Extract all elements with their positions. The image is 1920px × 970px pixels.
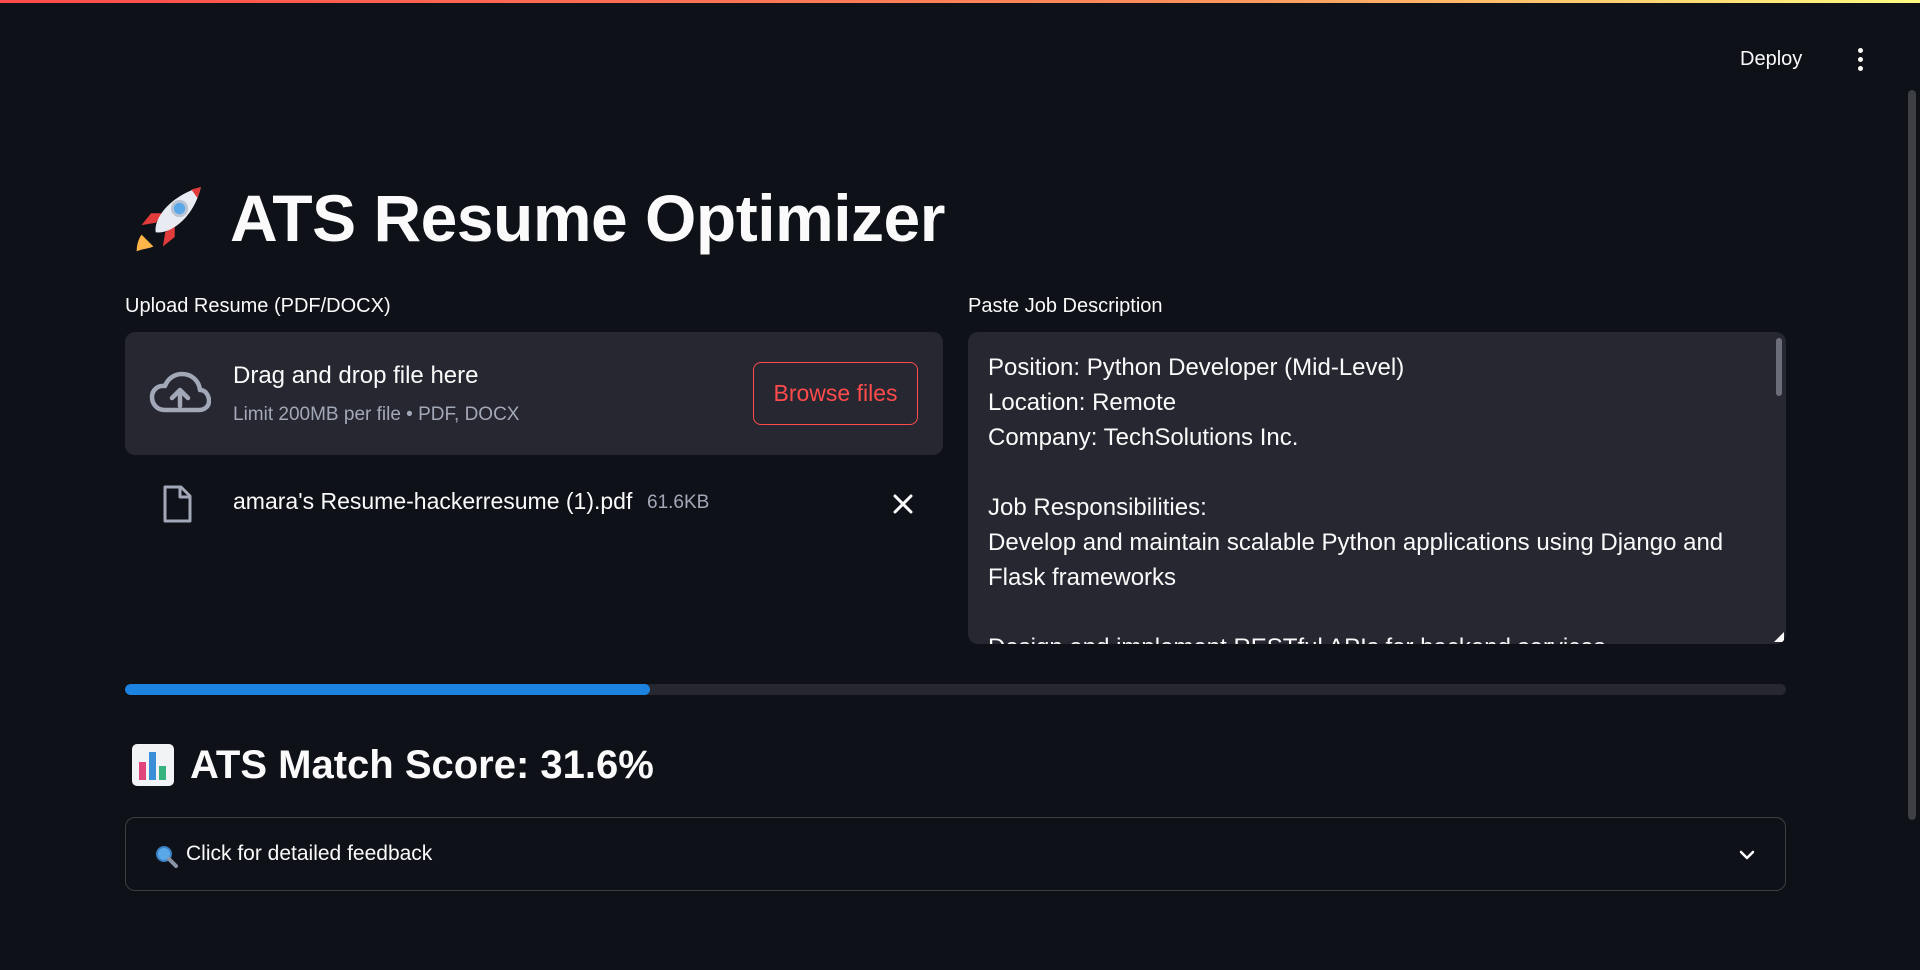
file-icon — [163, 485, 192, 523]
title-text: ATS Resume Optimizer — [230, 181, 945, 255]
rocket-icon — [136, 187, 201, 252]
job-description-label: Paste Job Description — [968, 295, 1163, 317]
menu-dot — [1857, 47, 1863, 53]
browse-files-button[interactable]: Browse files — [753, 362, 918, 425]
bar-chart-icon — [132, 744, 174, 786]
uploaded-file-item: amara's Resume-hackerresume (1).pdf 61.6… — [125, 478, 943, 534]
file-size: 61.6KB — [647, 492, 710, 513]
page-scrollbar-thumb[interactable] — [1908, 90, 1916, 820]
expander-label: Click for detailed feedback — [186, 842, 433, 865]
chevron-down-icon[interactable] — [1736, 844, 1758, 866]
app-header: Deploy — [0, 3, 1920, 71]
job-description-text[interactable]: Position: Python Developer (Mid-Level) L… — [988, 350, 1748, 644]
textarea-scrollbar[interactable] — [1776, 338, 1782, 396]
page-title: ATS Resume Optimizer — [132, 180, 945, 256]
upload-label: Upload Resume (PDF/DOCX) — [125, 295, 391, 317]
file-name: amara's Resume-hackerresume (1).pdf — [233, 488, 633, 514]
magnifier-icon — [156, 846, 178, 868]
file-dropzone[interactable]: Drag and drop file here Limit 200MB per … — [125, 332, 943, 455]
score-text: ATS Match Score: 31.6% — [190, 742, 654, 787]
detailed-feedback-expander[interactable]: Click for detailed feedback — [125, 817, 1786, 891]
progress-fill — [125, 684, 650, 695]
progress-bar — [125, 684, 1786, 695]
deploy-button[interactable]: Deploy — [1740, 39, 1802, 79]
ats-score-heading: ATS Match Score: 31.6% — [130, 742, 654, 788]
page-scrollbar[interactable] — [1908, 90, 1916, 820]
more-vertical-icon[interactable] — [1850, 41, 1870, 77]
job-description-textarea[interactable]: Position: Python Developer (Mid-Level) L… — [968, 332, 1786, 644]
resize-handle-icon[interactable] — [1774, 632, 1784, 642]
menu-dot — [1857, 65, 1863, 71]
menu-dot — [1857, 56, 1863, 62]
dropzone-limit: Limit 200MB per file • PDF, DOCX — [233, 404, 520, 425]
dropzone-instructions: Drag and drop file here — [233, 362, 479, 389]
cloud-upload-icon — [149, 371, 211, 413]
close-icon[interactable] — [889, 490, 917, 518]
